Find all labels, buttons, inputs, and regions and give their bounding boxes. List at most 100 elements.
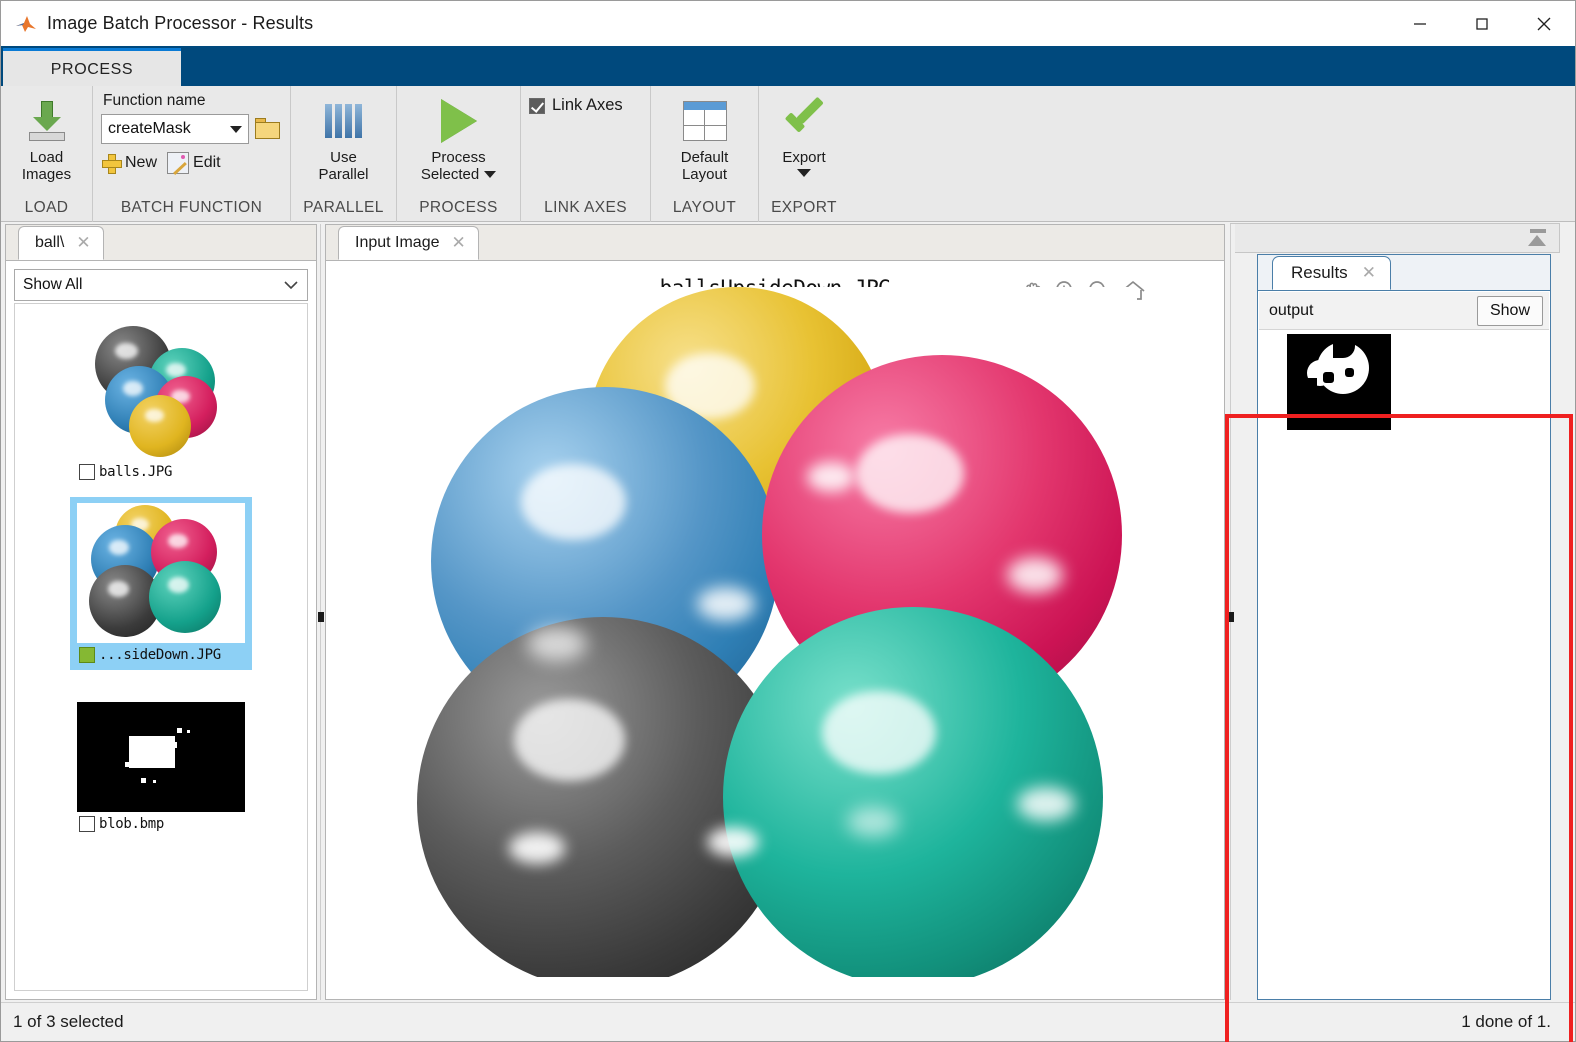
ribbon-group-batch-function: Function name createMask New Edit BATCH … <box>93 86 291 222</box>
group-title-link-axes: LINK AXES <box>544 199 627 216</box>
item-checkbox[interactable] <box>79 464 95 480</box>
input-image-panel: Input Image ✕ ballsUpsideDown.JPG <box>325 224 1225 1000</box>
chevron-down-icon <box>283 277 299 293</box>
show-all-dropdown[interactable]: Show All <box>14 269 308 301</box>
left-tabstrip: ball\ ✕ <box>6 225 316 261</box>
function-name-select[interactable]: createMask <box>101 114 249 144</box>
default-layout-label-2: Layout <box>681 165 728 183</box>
ribbon-group-link-axes: Link Axes LINK AXES <box>521 86 651 222</box>
tab-results[interactable]: Results ✕ <box>1272 256 1391 290</box>
load-images-button[interactable]: Load Images <box>9 92 84 184</box>
window-title: Image Batch Processor - Results <box>47 13 314 33</box>
close-icon[interactable]: ✕ <box>452 233 466 253</box>
ribbon-group-load: Load Images LOAD <box>1 86 93 222</box>
list-item-label: balls.JPG <box>99 464 173 480</box>
default-layout-label-1: Default <box>680 149 729 166</box>
list-item[interactable]: blob.bmp <box>70 696 252 839</box>
grid-layout-icon <box>682 96 727 146</box>
show-button[interactable]: Show <box>1476 295 1543 326</box>
close-icon[interactable]: ✕ <box>76 233 90 253</box>
link-axes-label: Link Axes <box>552 96 623 114</box>
function-name-label: Function name <box>103 92 206 109</box>
image-canvas[interactable]: ballsUpsideDown.JPG <box>327 262 1223 998</box>
results-tabstrip: Results ✕ <box>1258 255 1550 291</box>
list-item-label: blob.bmp <box>99 816 165 832</box>
play-triangle-icon <box>440 96 477 146</box>
use-parallel-button[interactable]: Use Parallel <box>300 92 388 184</box>
edit-function-button[interactable]: Edit <box>167 152 221 174</box>
collapse-up-icon[interactable] <box>1527 229 1549 249</box>
tab-ball-folder[interactable]: ball\ ✕ <box>18 226 104 260</box>
thumbnail-image <box>77 320 245 460</box>
tab-input-image[interactable]: Input Image ✕ <box>338 226 479 260</box>
balls-photograph <box>417 287 1137 977</box>
tab-results-label: Results <box>1291 263 1348 282</box>
new-function-button[interactable]: New <box>101 153 157 174</box>
chevron-down-icon <box>796 168 811 177</box>
close-button[interactable] <box>1513 1 1575 46</box>
group-title-parallel: PARALLEL <box>303 199 384 216</box>
use-parallel-label-1: Use <box>330 149 357 166</box>
list-item[interactable]: ...sideDown.JPG <box>70 497 252 670</box>
thumbnail-list[interactable]: balls.JPG ...sideDown.JPG blob.bmp <box>14 303 308 991</box>
close-icon[interactable]: ✕ <box>1362 263 1376 283</box>
default-layout-button[interactable]: Default Layout <box>661 92 749 184</box>
splitter-grip <box>318 612 324 622</box>
link-axes-checkbox[interactable]: Link Axes <box>529 92 623 115</box>
ribbon-group-layout: Default Layout LAYOUT <box>651 86 759 222</box>
group-title-export: EXPORT <box>771 199 837 216</box>
tab-process[interactable]: PROCESS <box>3 48 181 88</box>
edit-function-label: Edit <box>193 154 221 171</box>
ribbon-group-parallel: Use Parallel PARALLEL <box>291 86 397 222</box>
list-item-caption: blob.bmp <box>73 812 249 836</box>
panel-collapse-strip <box>1230 223 1560 253</box>
download-arrow-icon <box>27 96 67 146</box>
group-title-process: PROCESS <box>419 199 498 216</box>
ribbon-group-process: Process Selected PROCESS <box>397 86 521 222</box>
process-selected-label-1: Process <box>431 149 486 166</box>
status-bar: 1 of 3 selected 1 done of 1. <box>1 1002 1575 1041</box>
use-parallel-label-2: Parallel <box>318 165 369 183</box>
show-all-value: Show All <box>23 276 83 293</box>
image-list-panel: ball\ ✕ Show All balls.JPG ...sideDown.J… <box>5 224 317 1000</box>
list-item-caption: ...sideDown.JPG <box>73 643 249 667</box>
center-tabstrip: Input Image ✕ <box>326 225 1224 261</box>
pencil-icon <box>167 152 190 174</box>
process-selected-button[interactable]: Process Selected <box>405 92 512 184</box>
export-button[interactable]: Export <box>767 92 841 177</box>
list-item[interactable]: balls.JPG <box>70 314 252 487</box>
group-title-load: LOAD <box>24 199 69 216</box>
item-checkbox[interactable] <box>79 816 95 832</box>
ribbon-group-export: Export EXPORT <box>759 86 849 222</box>
work-area: ball\ ✕ Show All balls.JPG ...sideDown.J… <box>1 222 1575 1042</box>
result-mask-thumbnail[interactable] <box>1287 334 1391 430</box>
tab-input-image-label: Input Image <box>355 234 440 251</box>
ribbon-toolbar: Load Images LOAD Function name createMas… <box>1 86 1575 222</box>
checkbox-indicator <box>529 97 545 114</box>
maximize-button[interactable] <box>1451 1 1513 46</box>
parallel-bars-icon <box>325 96 362 146</box>
results-panel: Results ✕ output Show <box>1257 254 1551 1000</box>
thumbnail-image <box>77 702 245 812</box>
group-title-batch-function: BATCH FUNCTION <box>120 199 263 216</box>
matlab-icon <box>15 13 37 35</box>
function-name-value: createMask <box>108 120 191 137</box>
selection-status: 1 of 3 selected <box>13 1012 124 1031</box>
folder-browse-icon[interactable] <box>255 118 281 140</box>
chevron-down-icon <box>230 125 242 133</box>
ribbon-tab-bar: PROCESS <box>1 46 1575 129</box>
tab-ball-folder-label: ball\ <box>35 234 65 251</box>
results-column-name: output <box>1269 301 1314 319</box>
splitter-left[interactable] <box>317 224 325 1000</box>
plus-icon <box>101 153 122 174</box>
load-images-label-2: Images <box>21 165 72 183</box>
minimize-button[interactable] <box>1389 1 1451 46</box>
thumbnail-image <box>77 503 245 643</box>
item-checkbox[interactable] <box>79 647 95 663</box>
results-header-row: output Show <box>1259 292 1549 330</box>
splitter-right[interactable] <box>1227 224 1235 1000</box>
splitter-grip <box>1228 612 1234 622</box>
list-item-caption: balls.JPG <box>73 460 249 484</box>
progress-status: 1 done of 1. <box>1461 1012 1551 1031</box>
load-images-label-1: Load <box>29 149 64 166</box>
